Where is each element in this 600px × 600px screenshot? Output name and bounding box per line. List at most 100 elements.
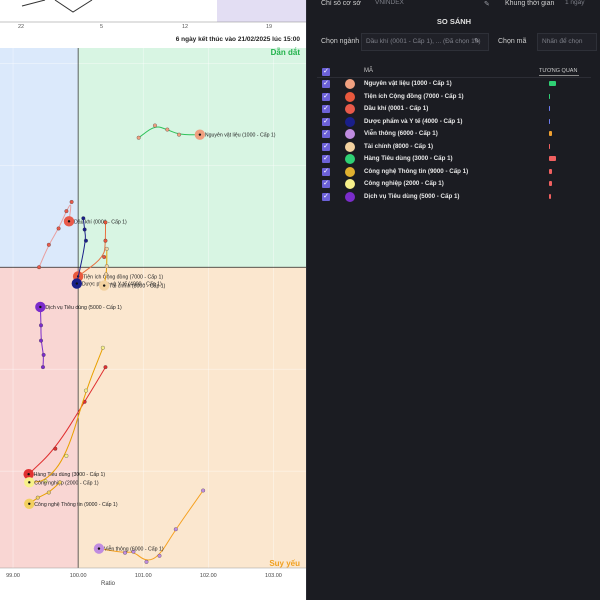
- column-code: MÃ: [364, 68, 373, 74]
- series-point: [53, 446, 58, 451]
- quadrant-weakening: [78, 267, 306, 568]
- correlation-bar: [549, 143, 550, 149]
- table-body: ✓ Nguyên vật liệu (1000 - Cấp 1) ✓ Tiện ích…: [317, 78, 591, 203]
- series-point: [103, 238, 108, 243]
- column-correlation[interactable]: TƯƠNG QUAN: [539, 68, 577, 74]
- sector-name: Nguyên vật liệu (1000 - Cấp 1): [364, 80, 452, 87]
- sector-color-dot: [345, 166, 355, 177]
- x-tick-label: 100.00: [70, 573, 87, 579]
- right-panel: Chỉ số cơ sở VNINDEX ✎ Khung thời gian 1…: [306, 0, 600, 600]
- sector-color-dot: [345, 141, 355, 152]
- app-window: 22 5 12 19 99.00 100.00 101.00 102.00 103.00 Nguy…: [0, 0, 600, 600]
- table-row[interactable]: ✓ Công nghiệp (2000 - Cấp 1): [317, 178, 591, 191]
- table-header: ✓ MÃ TƯƠNG QUAN: [317, 66, 591, 78]
- time-window-note: 6 ngày kết thúc vào 21/02/2025 lúc 15:00: [175, 36, 300, 43]
- table-row[interactable]: ✓ Nguyên vật liệu (1000 - Cấp 1): [317, 78, 591, 91]
- series-point: [104, 246, 109, 251]
- row-checkbox[interactable]: ✓: [322, 192, 330, 201]
- base-index-field[interactable]: VNINDEX: [371, 0, 499, 12]
- series-point: [81, 216, 86, 221]
- row-checkbox[interactable]: ✓: [322, 155, 330, 163]
- series-label: Tài chính (8000 - Cấp 1): [109, 284, 165, 290]
- sector-color-dot: [345, 91, 355, 102]
- mini-chart-tick: 5: [100, 24, 103, 30]
- mini-chart-highlight: [217, 0, 306, 22]
- series-point: [64, 453, 69, 458]
- edit-pencil-icon[interactable]: ✎: [474, 37, 480, 45]
- series-head-center: [102, 284, 106, 287]
- sector-name: Tiện ích Cộng đồng (7000 - Cấp 1): [364, 92, 464, 100]
- table-row[interactable]: ✓ Tài chính (8000 - Cấp 1): [317, 141, 591, 154]
- row-checkbox[interactable]: ✓: [322, 142, 330, 151]
- series-label: Nguyên vật liệu (1000 - Cấp 1): [205, 133, 276, 139]
- table-row[interactable]: ✓ Dịch vụ Tiêu dùng (5000 - Cấp 1): [317, 191, 591, 204]
- series-head-center: [97, 547, 101, 550]
- correlation-bar: [549, 168, 552, 174]
- timeframe-select[interactable]: 1 ngày: [561, 0, 597, 12]
- rrg-chart[interactable]: 22 5 12 19 99.00 100.00 101.00 102.00 103.00 Nguy…: [0, 0, 306, 600]
- base-index-row: Chỉ số cơ sở VNINDEX ✎ Khung thời gian 1…: [307, 0, 600, 14]
- series-point: [64, 209, 69, 214]
- row-checkbox[interactable]: ✓: [322, 130, 330, 138]
- row-checkbox[interactable]: ✓: [322, 117, 330, 126]
- x-tick-label: 101.00: [135, 573, 152, 579]
- series-point: [82, 227, 87, 232]
- code-select[interactable]: Nhấn để chọn: [537, 33, 597, 51]
- sector-name: Hàng Tiêu dùng (3000 - Cấp 1): [364, 155, 453, 162]
- table-row[interactable]: ✓ Dầu khí (0001 - Cấp 1): [317, 103, 591, 116]
- row-checkbox[interactable]: ✓: [322, 80, 330, 88]
- row-checkbox[interactable]: ✓: [322, 167, 330, 176]
- row-checkbox[interactable]: ✓: [322, 180, 330, 188]
- series-point: [69, 200, 74, 204]
- series-point: [144, 559, 149, 564]
- series-point: [57, 480, 62, 485]
- series-point: [83, 238, 88, 243]
- row-checkbox[interactable]: ✓: [322, 92, 330, 101]
- series-label: Dầu khí (0001 - Cấp 1): [74, 219, 127, 225]
- table-row[interactable]: ✓ Tiện ích Cộng đồng (7000 - Cấp 1): [317, 91, 591, 104]
- series-point: [56, 226, 61, 231]
- select-all-checkbox[interactable]: ✓: [322, 68, 330, 76]
- table-row[interactable]: ✓ Dược phẩm và Y tế (4000 - Cấp 1): [317, 116, 591, 129]
- sector-select[interactable]: Dầu khí (0001 - Cấp 1), ... (Đã chọn 10): [361, 33, 489, 51]
- series-point: [103, 220, 108, 225]
- sector-label: Chọn ngành: [321, 38, 360, 45]
- series-head-center: [198, 133, 202, 136]
- sector-color-dot: [345, 104, 355, 114]
- sector-name: Công nghệ Thông tin (9000 - Cấp 1): [364, 167, 469, 175]
- mini-chart-tick: 22: [18, 24, 24, 30]
- compare-title: SO SÁNH: [436, 17, 472, 26]
- selector-row: Chọn ngành Dầu khí (0001 - Cấp 1), ... (…: [307, 33, 600, 51]
- sector-color-dot: [345, 116, 355, 127]
- table-row[interactable]: ✓ Viễn thông (6000 - Cấp 1): [317, 128, 591, 141]
- series-point: [41, 365, 45, 370]
- series-label: Công nghệ Thông tin (9000 - Cấp 1): [34, 502, 118, 508]
- x-axis-title: Ratio: [101, 581, 116, 587]
- series-head-center: [27, 472, 30, 476]
- series-head-center: [39, 305, 42, 309]
- series-point: [37, 265, 42, 270]
- series-point: [173, 527, 178, 532]
- sector-name: Công nghiệp (2000 - Cấp 1): [364, 180, 444, 187]
- sector-name: Dầu khí (0001 - Cấp 1): [364, 105, 429, 112]
- x-tick-label: 102.00: [200, 573, 217, 579]
- quadrant-leading: [78, 48, 306, 268]
- series-point: [46, 490, 51, 495]
- series-label: Dịch vụ Tiêu dùng (5000 - Cấp 1): [45, 305, 122, 311]
- correlation-bar: [549, 156, 556, 161]
- series-point: [102, 255, 107, 259]
- sector-name: Dược phẩm và Y tế (4000 - Cấp 1): [364, 117, 463, 125]
- series-point: [201, 488, 206, 493]
- row-checkbox[interactable]: ✓: [322, 105, 330, 113]
- series-point: [39, 323, 43, 328]
- sector-table: ✓ MÃ TƯƠNG QUAN ✓ Nguyên vật liệu (1000 -…: [317, 66, 591, 203]
- series-point: [104, 264, 109, 269]
- series-point: [83, 388, 88, 393]
- series-point: [153, 123, 157, 128]
- series-point: [46, 242, 51, 247]
- edit-pencil-icon[interactable]: ✎: [484, 0, 490, 8]
- correlation-bar: [549, 181, 552, 186]
- rrg-chart-area: 22 5 12 19 99.00 100.00 101.00 102.00 103.00 Nguy…: [0, 0, 306, 600]
- table-row[interactable]: ✓ Hàng Tiêu dùng (3000 - Cấp 1): [317, 153, 591, 166]
- table-row[interactable]: ✓ Công nghệ Thông tin (9000 - Cấp 1): [317, 166, 591, 179]
